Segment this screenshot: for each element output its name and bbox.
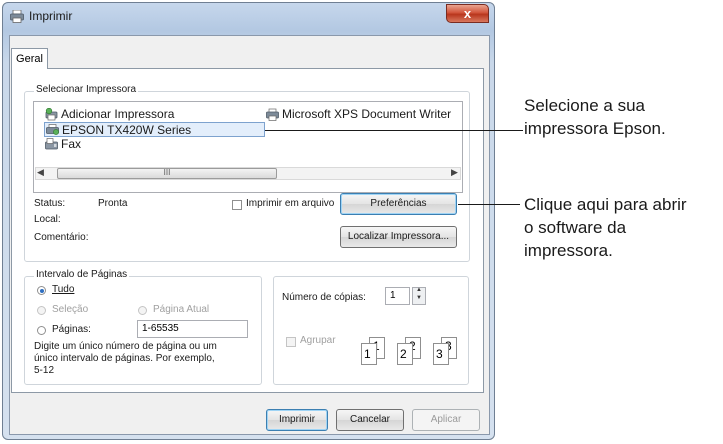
collate-page-number: 3 (436, 347, 443, 361)
copies-input[interactable]: 1 (385, 287, 410, 305)
annotation-line: o software da (524, 218, 627, 237)
printer-item-label: Fax (61, 137, 82, 151)
annotation-line: impressora Epson. (524, 119, 666, 138)
preferences-button[interactable]: Preferências (340, 193, 457, 215)
scroll-right-arrow-icon[interactable]: ▶ (451, 167, 458, 178)
printer-icon (266, 108, 279, 121)
comment-label: Comentário: (34, 232, 89, 243)
page-range-legend: Intervalo de Páginas (34, 269, 130, 280)
printer-item-label: Adicionar Impressora (61, 107, 175, 121)
range-selection-label: Seleção (52, 304, 89, 315)
cancel-button[interactable]: Cancelar (336, 409, 404, 431)
close-button[interactable]: x (446, 4, 489, 23)
range-hint-line-1: Digite um único número de página ou um (34, 341, 217, 352)
printer-item-label: EPSON TX420W Series (62, 123, 192, 137)
printer-icon (46, 124, 59, 135)
printer-icon (10, 10, 24, 23)
collate-page-number: 2 (400, 347, 407, 361)
range-hint-line-2: único intervalo de páginas. Por exemplo, (34, 353, 215, 364)
range-current-page-label: Página Atual (153, 304, 210, 315)
copies-spinner[interactable]: ▲ ▼ (412, 287, 426, 305)
range-selection-radio[interactable] (37, 306, 46, 315)
collate-page-number: 1 (364, 347, 371, 361)
print-to-file-label: Imprimir em arquivo (246, 198, 335, 209)
status-value: Pronta (98, 198, 128, 209)
add-printer-icon (45, 108, 58, 121)
printer-item-label: Microsoft XPS Document Writer (282, 107, 452, 121)
annotation-open-software: Clique aqui para abrir o software da imp… (524, 193, 687, 262)
fax-icon (45, 138, 58, 150)
print-button[interactable]: Imprimir (266, 409, 328, 431)
window-title: Imprimir (29, 9, 73, 23)
range-current-page-radio[interactable] (138, 306, 147, 315)
printer-item-epson[interactable]: EPSON TX420W Series (44, 122, 265, 137)
pages-input[interactable]: 1-65535 (137, 320, 248, 338)
printer-item-xps[interactable]: Microsoft XPS Document Writer (266, 107, 466, 122)
copies-label: Número de cópias: (282, 292, 366, 303)
status-label: Status: (34, 198, 66, 209)
collate-checkbox[interactable] (286, 337, 296, 347)
annotation-line: Clique aqui para abrir (524, 195, 687, 214)
spin-down-icon[interactable]: ▼ (416, 295, 422, 301)
annotation-select-printer: Selecione a sua impressora Epson. (524, 94, 666, 140)
range-all-radio[interactable] (37, 286, 46, 295)
printer-item-add[interactable]: Adicionar Impressora (45, 107, 245, 122)
collate-illustration: 1 1 2 2 3 3 (355, 333, 465, 369)
apply-button[interactable]: Aplicar (412, 409, 480, 431)
scroll-left-arrow-icon[interactable]: ◀ (37, 167, 44, 178)
tab-geral[interactable]: Geral (11, 48, 48, 69)
range-all-label: Tudo (52, 284, 75, 295)
annotation-leader-line (265, 130, 523, 131)
range-hint-line-3: 5-12 (34, 365, 55, 376)
annotation-line: Selecione a sua (524, 96, 645, 115)
annotation-leader-line (458, 204, 520, 205)
printer-item-fax[interactable]: Fax (45, 137, 165, 152)
location-label: Local: (34, 214, 61, 225)
collate-label: Agrupar (300, 335, 336, 346)
range-pages-label: Páginas: (52, 324, 91, 335)
annotation-line: impressora. (524, 241, 613, 260)
scroll-thumb[interactable]: III (57, 168, 277, 179)
spin-up-icon[interactable]: ▲ (416, 287, 422, 293)
printer-select-legend: Selecionar Impressora (34, 84, 139, 95)
find-printer-button[interactable]: Localizar Impressora... (340, 226, 457, 248)
range-pages-radio[interactable] (37, 326, 46, 335)
title-bar[interactable]: Imprimir x (3, 3, 494, 31)
print-to-file-checkbox[interactable] (232, 200, 242, 210)
